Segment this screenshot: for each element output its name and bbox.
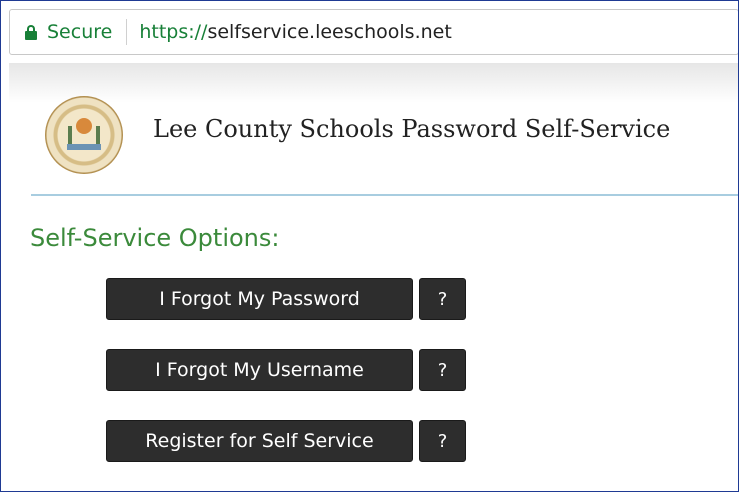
address-divider: [126, 19, 128, 45]
register-self-service-button[interactable]: Register for Self Service: [106, 420, 413, 462]
header-divider: [31, 194, 738, 196]
url-text[interactable]: https://selfservice.leeschools.net: [139, 21, 451, 43]
register-self-service-help-button[interactable]: ?: [419, 420, 466, 462]
forgot-password-button[interactable]: I Forgot My Password: [106, 278, 413, 320]
page-header-shade: [9, 63, 738, 103]
forgot-password-help-button[interactable]: ?: [419, 278, 466, 320]
section-heading: Self-Service Options:: [30, 224, 280, 252]
browser-window: Secure https://selfservice.leeschools.ne…: [0, 0, 739, 492]
district-seal-logo: [45, 96, 123, 174]
security-indicator[interactable]: Secure: [47, 21, 112, 43]
url-scheme: https://: [139, 21, 208, 43]
url-host: selfservice.leeschools.net: [207, 21, 452, 43]
forgot-username-help-button[interactable]: ?: [419, 349, 466, 391]
address-bar[interactable]: Secure https://selfservice.leeschools.ne…: [9, 9, 738, 55]
forgot-username-button[interactable]: I Forgot My Username: [106, 349, 413, 391]
page-title: Lee County Schools Password Self-Service: [153, 115, 671, 143]
lock-icon[interactable]: [25, 24, 37, 40]
